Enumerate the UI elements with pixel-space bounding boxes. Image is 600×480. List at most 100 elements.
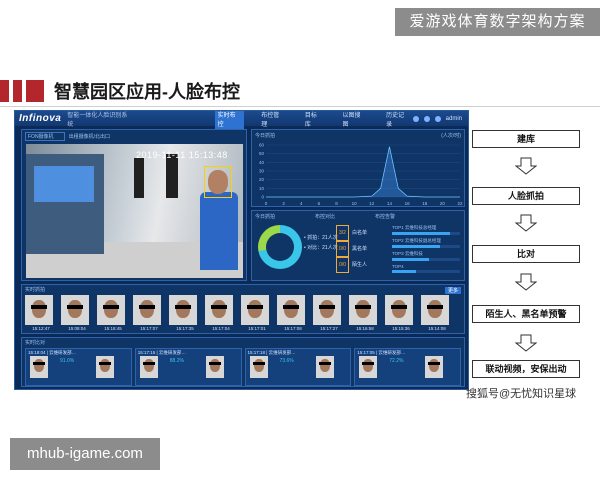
realtime-compare-panel: 实时比对 15:18:04 | 云维研发部… 91.0% 15:17:15 | … [21,337,465,387]
video-panel: FON摄像机 出租摄像机/北出口 2019-11-11 15:13:48 [21,129,247,281]
stats-alarm-title: 布控告警 [375,214,396,220]
x-tick-label: 22 [457,201,463,206]
captured-face [97,295,125,325]
capture-time: 15:17:35 [176,326,194,331]
captured-face [359,356,378,378]
capture-thumbnail[interactable]: 15:17:01 [241,295,273,333]
captured-face [385,295,413,325]
capture-thumbnail[interactable]: 15:17:08 [277,295,309,333]
x-tick-label: 14 [387,201,393,206]
similarity-score: 72.2% [389,358,404,364]
blacklist-label: 黑名单 [351,246,367,252]
capture-thumbnail[interactable]: 15:12:47 [25,295,57,333]
capture-more-button[interactable]: 更多 [444,287,461,294]
capture-thumbnail[interactable]: 15:18:45 [97,295,129,333]
watermark-top: 爱游戏体育数字架构方案 [395,8,600,36]
x-tick-label: 20 [440,201,446,206]
captured-face [249,356,268,378]
camera-select[interactable]: FON摄像机 [25,131,65,141]
captured-face [313,295,341,325]
system-screenshot: Infinova 智能一体化人脸识别系统 实时布控 布控管理 目标库 以图搜图 … [14,110,469,390]
progress-fill [392,270,416,273]
face-detection-box [204,166,232,198]
slide-title: 智慧园区应用-人脸布控 [54,82,240,102]
capture-donut-chart [258,225,302,269]
whitelist-label: 白名单 [351,230,367,236]
y-tick-label: 10 [259,186,265,191]
donut-legend-capture: • 抓拍：21人次 [304,235,338,241]
tab-realtime[interactable]: 实时布控 [214,111,245,130]
y-tick-label: 60 [259,143,265,148]
captured-face [25,295,53,325]
progress-fill [392,258,430,261]
camera-timestamp: 2019-11-11 15:13:48 [136,150,228,160]
capture-thumbnail[interactable]: 15:17:35 [169,295,201,333]
similarity-score: 73.6% [279,358,294,364]
capture-area [266,146,460,197]
capture-thumbnail[interactable]: 15:17:07 [133,295,165,333]
tab-management[interactable]: 布控管理 [258,111,288,130]
stranger-count: 0/0 [336,257,349,273]
capture-thumbnail[interactable]: 15:17:27 [313,295,345,333]
flow-step-build-library: 建库 [472,130,580,148]
stranger-label: 陌生人 [351,262,367,268]
captured-face [421,295,449,325]
captured-face [30,356,48,378]
camera-feed[interactable]: 2019-11-11 15:13:48 [26,144,243,278]
capture-thumbnail[interactable]: 15:14:08 [421,295,453,333]
home-icon[interactable] [412,115,419,122]
x-tick-label: 2 [282,201,285,206]
capture-thumbnail[interactable]: 15:16:58 [349,295,381,333]
flow-step-compare: 比对 [472,245,580,263]
alarm-progress-list: TOP1 云维科技总经理 TOP2 云维科技副总经理 TOP3 云维科技 TOP… [392,225,460,277]
tab-history[interactable]: 历史记录 [383,111,413,130]
flow-step-alert: 陌生人、黑名单预警 [472,305,580,323]
progress-label: TOP1 云维科技总经理 [392,225,437,230]
compare-title: 实时比对 [25,340,46,346]
x-tick-label: 8 [335,201,338,206]
y-tick-label: 30 [259,169,265,174]
capture-time: 15:14:08 [428,326,446,331]
system-name: 智能一体化人脸识别系统 [67,112,128,128]
capture-series-line [266,146,460,198]
tab-image-search[interactable]: 以图搜图 [340,111,370,130]
capture-thumbnail[interactable]: 15:15:36 [385,295,417,333]
x-tick-label: 6 [318,201,321,206]
username[interactable]: admin [446,116,462,122]
captured-face [241,295,269,325]
capture-time: 15:18:45 [104,326,122,331]
kiosk-machine [26,154,104,254]
progress-label: TOP3 云维科技 [392,251,423,256]
capture-time: 15:16:58 [356,326,374,331]
capture-chart-panel: 今日抓拍 (人次/时) 60 50 40 30 20 10 0 0 2 4 6 8 10 12 14 16 18… [251,129,465,207]
tab-target-library[interactable]: 目标库 [302,111,326,130]
compare-card[interactable]: 15:18:04 | 云维研发部… 91.0% [25,348,132,386]
captured-face [169,295,197,325]
user-icon[interactable] [434,115,441,122]
settings-icon[interactable] [423,115,430,122]
y-tick-label: 50 [259,151,265,156]
title-divider [0,106,600,107]
progress-label: TOP2 云维科技副总经理 [392,238,441,243]
capture-thumbnail[interactable]: 15:08:04 [61,295,93,333]
app-logo: Infinova [19,113,62,124]
stats-panel: 今日抓拍 布控对比 布控告警 • 抓拍：21人次 • 对比：21人次 3/2 白名… [251,210,465,281]
capture-time: 15:17:04 [212,326,230,331]
down-arrow-icon [515,273,537,291]
x-tick-label: 4 [300,201,303,206]
capture-time: 15:12:47 [32,326,50,331]
compare-card[interactable]: 15:17:15 | 云维研发部… 88.2% [134,348,242,386]
progress-fill [392,232,450,235]
compare-card[interactable]: 15:17:18 | 云维研发部… 73.6% [244,348,352,386]
stats-title: 今日抓拍 [255,214,276,220]
capture-thumbnail[interactable]: 15:17:04 [205,295,237,333]
capture-title: 实时抓拍 [25,287,46,293]
camera-label: 出租摄像机/北出口 [68,133,110,140]
compare-card[interactable]: 15:17:05 | 云维研发部… 72.2% [354,348,461,386]
donut-legend-compare: • 对比：21人次 [304,245,338,251]
capture-time: 15:17:08 [284,326,302,331]
captured-face [139,356,158,378]
x-tick-label: 12 [369,201,375,206]
detected-person [198,166,240,270]
title-accent-bars [0,80,44,102]
